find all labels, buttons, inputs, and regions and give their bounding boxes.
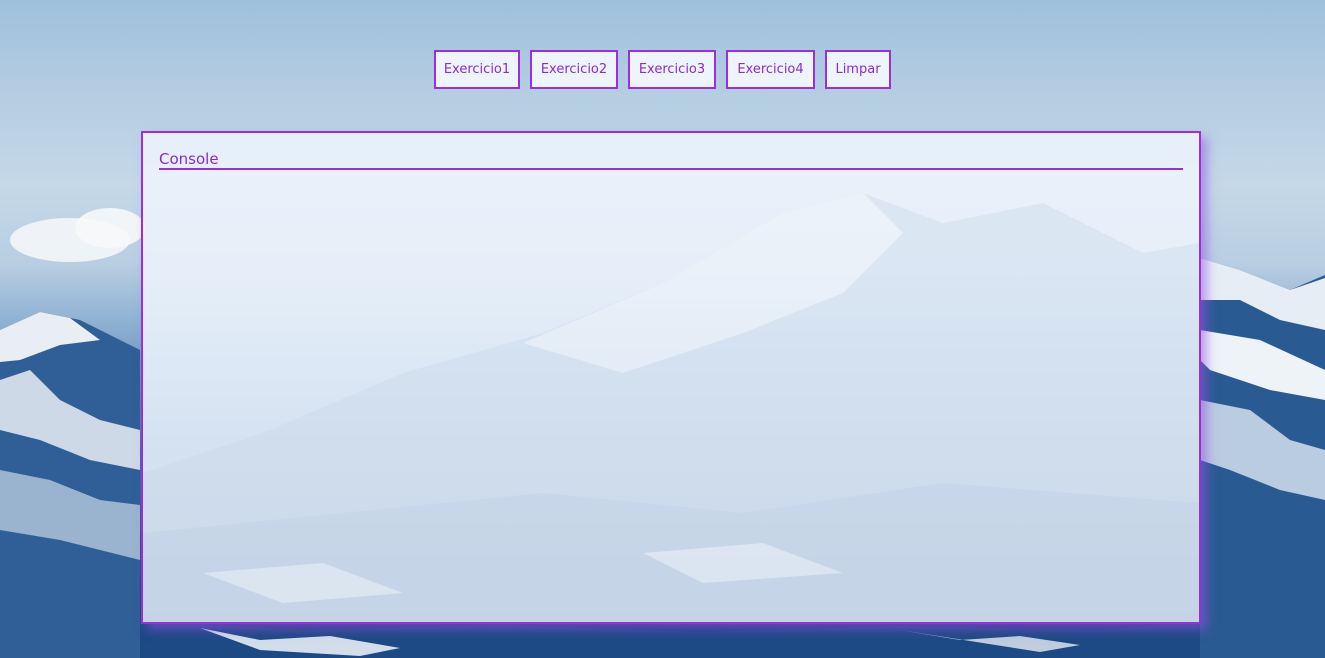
console-title: Console <box>159 151 1183 170</box>
limpar-button[interactable]: Limpar <box>825 50 891 89</box>
console-panel: Console <box>141 131 1201 624</box>
exercicio3-button[interactable]: Exercicio3 <box>628 50 716 89</box>
exercicio4-button[interactable]: Exercicio4 <box>726 50 815 89</box>
exercicio2-button[interactable]: Exercicio2 <box>530 50 618 89</box>
exercicio1-button[interactable]: Exercicio1 <box>434 50 520 89</box>
console-output <box>159 177 1183 607</box>
exercise-toolbar: Exercicio1 Exercicio2 Exercicio3 Exercic… <box>0 50 1325 89</box>
